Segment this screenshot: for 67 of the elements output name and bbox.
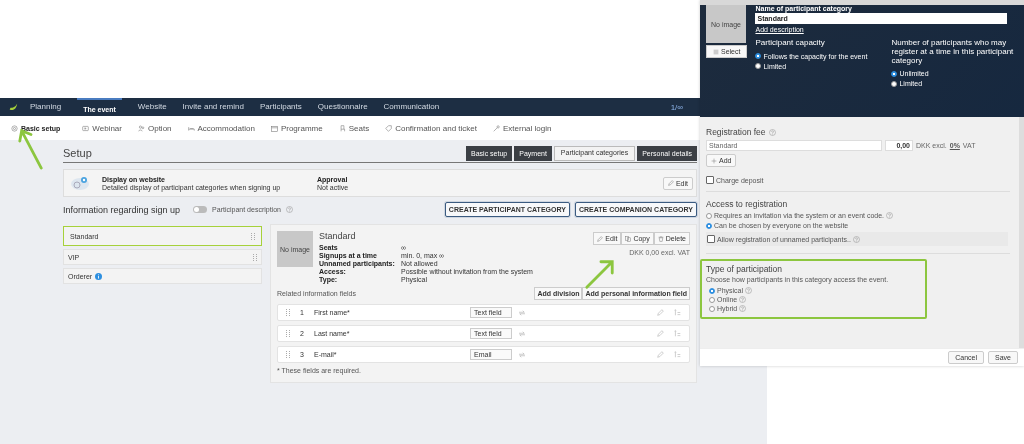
section-title: Type of participation <box>706 264 784 274</box>
swap-arrows-icon[interactable] <box>518 330 526 337</box>
radio-button[interactable] <box>706 212 712 219</box>
gears-icon <box>70 175 90 191</box>
toggle-switch[interactable] <box>193 206 208 213</box>
nav-tab[interactable]: Participants <box>259 98 302 116</box>
section-heading: Information regarding sign up <box>63 204 181 215</box>
sub-tab[interactable]: Programme <box>270 123 323 133</box>
checkbox[interactable] <box>707 235 715 243</box>
trash-icon <box>657 235 664 242</box>
drag-handle-icon[interactable] <box>286 330 290 337</box>
arrow-annotation <box>584 258 616 290</box>
radio-button[interactable] <box>709 287 715 294</box>
pencil-icon <box>597 235 604 242</box>
sub-tab[interactable]: External login <box>493 123 552 133</box>
sub-tab[interactable]: Confirmation and ticket <box>385 123 477 133</box>
sort-icon[interactable] <box>674 330 681 337</box>
drag-handle-icon[interactable] <box>286 309 290 316</box>
radio-button[interactable] <box>706 222 712 229</box>
copy-icon <box>625 235 632 242</box>
sub-tab[interactable]: Option <box>137 123 172 133</box>
section-title: Participant capacity <box>755 39 826 48</box>
info-icon <box>95 272 103 280</box>
sort-icon[interactable] <box>674 309 681 316</box>
radio-button[interactable] <box>755 53 762 60</box>
pencil-icon[interactable] <box>657 351 664 358</box>
tag-icon <box>385 124 393 132</box>
image-icon <box>713 48 719 55</box>
pencil-icon[interactable] <box>657 309 664 316</box>
nav-tab[interactable]: Communication <box>383 98 440 116</box>
radio-button[interactable] <box>891 70 898 77</box>
people-icon <box>137 124 145 132</box>
radio-button[interactable] <box>709 296 715 303</box>
pencil-icon[interactable] <box>657 330 664 337</box>
screen-icon <box>82 124 90 132</box>
swap-arrows-icon[interactable] <box>518 309 526 316</box>
sub-tab[interactable]: Webinar <box>82 123 122 133</box>
bed-icon <box>187 124 195 132</box>
page-title: Setup <box>63 147 92 161</box>
drag-handle-icon[interactable] <box>251 232 255 240</box>
logo-icon <box>8 102 18 112</box>
checkbox[interactable] <box>706 176 714 184</box>
sub-tab[interactable]: Accommodation <box>187 123 255 133</box>
scrollbar[interactable] <box>1019 117 1024 348</box>
sort-icon[interactable] <box>674 351 681 358</box>
nav-tab[interactable]: Website <box>137 98 167 116</box>
radio-button[interactable] <box>709 305 715 312</box>
settings-icon <box>11 124 18 132</box>
nav-tab[interactable]: Invite and remind <box>182 98 244 116</box>
sub-tab[interactable]: Seats <box>338 123 370 133</box>
nav-tab[interactable]: Questionnaire <box>317 98 368 116</box>
drag-handle-icon[interactable] <box>286 351 290 358</box>
drag-handle-icon[interactable] <box>253 253 257 261</box>
key-icon <box>493 124 500 132</box>
seat-icon <box>338 124 346 132</box>
swap-arrows-icon[interactable] <box>518 351 526 358</box>
section-title: Number of participants who may register at a time in this participant category <box>891 39 1015 66</box>
nav-tab[interactable]: Planning <box>30 98 62 116</box>
radio-button[interactable] <box>891 80 898 87</box>
section-title: Access to registration <box>706 199 789 209</box>
category-title: Standard <box>319 231 357 241</box>
radio-button[interactable] <box>755 63 762 70</box>
calendar-icon <box>270 124 278 132</box>
plus-icon <box>711 157 717 164</box>
page-counter: 1/∞ <box>670 102 683 112</box>
pencil-icon <box>667 180 674 186</box>
section-title: Registration fee <box>706 127 766 137</box>
